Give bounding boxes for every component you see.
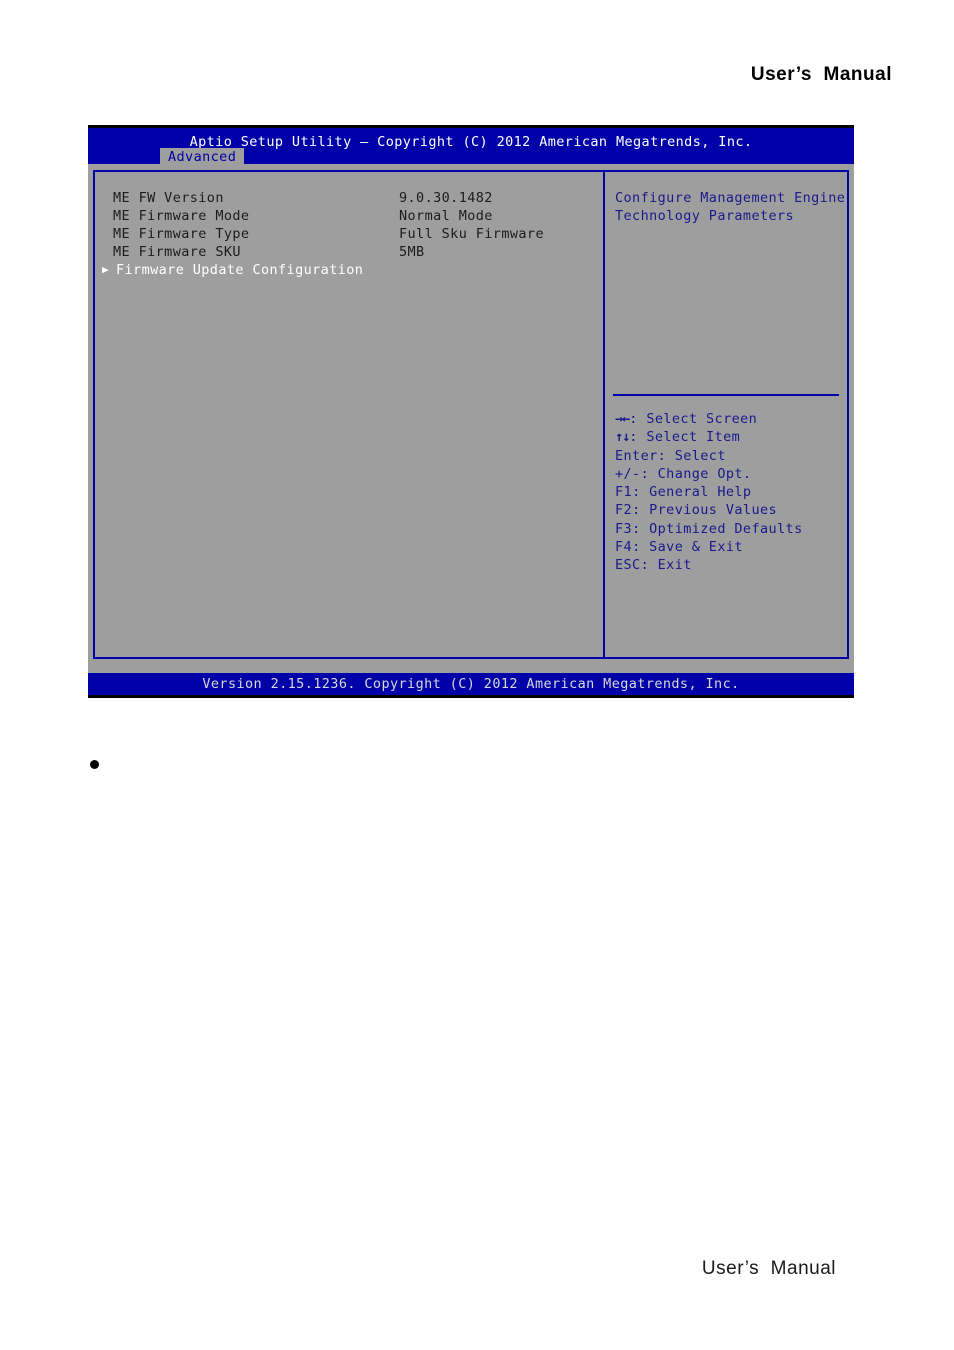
submenu-triangle-icon: ▶ xyxy=(102,263,110,276)
setting-value: Normal Mode xyxy=(399,208,493,224)
arrow-left-right-icon: →← xyxy=(615,411,630,427)
legend-enter-select: Enter: Select xyxy=(615,447,843,465)
bios-window-inner: Aptio Setup Utility – Copyright (C) 2012… xyxy=(88,128,854,695)
legend-save-exit: F4: Save & Exit xyxy=(615,538,843,556)
bullet-dot-icon xyxy=(90,760,99,769)
legend-key: +/- xyxy=(615,465,641,482)
setting-row-me-firmware-sku: ME Firmware SKU 5MB xyxy=(113,243,603,261)
setting-row-me-fw-version: ME FW Version 9.0.30.1482 xyxy=(113,189,603,207)
setting-label: ME Firmware Type xyxy=(113,226,250,242)
setting-value: Full Sku Firmware xyxy=(399,226,544,242)
legend-label: : Select xyxy=(657,447,726,464)
setting-label: ME FW Version xyxy=(113,190,224,206)
legend-previous-values: F2: Previous Values xyxy=(615,501,843,519)
legend-key: F3 xyxy=(615,520,633,537)
menu-item-label: Firmware Update Configuration xyxy=(116,262,364,278)
menu-item-firmware-update-configuration[interactable]: ▶ Firmware Update Configuration xyxy=(102,261,603,279)
legend-optimized-defaults: F3: Optimized Defaults xyxy=(615,520,843,538)
legend-select-item: ↑↓: Select Item xyxy=(615,428,843,446)
legend-label: : Previous Values xyxy=(632,502,778,519)
bios-setup-window: Aptio Setup Utility – Copyright (C) 2012… xyxy=(88,125,854,698)
legend-label: : Save & Exit xyxy=(632,539,743,556)
bullet-list-item xyxy=(90,760,109,769)
legend-select-screen: →←: Select Screen xyxy=(615,410,843,428)
legend-exit: ESC: Exit xyxy=(615,556,843,574)
help-divider xyxy=(613,394,839,396)
legend-key: Enter xyxy=(615,447,658,464)
bios-status-bar: Version 2.15.1236. Copyright (C) 2012 Am… xyxy=(88,673,854,695)
key-legend: →←: Select Screen ↑↓: Select Item Enter:… xyxy=(615,410,843,575)
legend-label: : Optimized Defaults xyxy=(632,520,803,537)
setting-label: ME Firmware Mode xyxy=(113,208,250,224)
bios-title-bar: Aptio Setup Utility – Copyright (C) 2012… xyxy=(88,128,854,167)
setting-value: 9.0.30.1482 xyxy=(399,190,493,206)
setting-row-me-firmware-type: ME Firmware Type Full Sku Firmware xyxy=(113,225,603,243)
legend-general-help: F1: General Help xyxy=(615,483,843,501)
legend-label: : Change Opt. xyxy=(640,465,752,482)
bios-version-text: Version 2.15.1236. Copyright (C) 2012 Am… xyxy=(202,676,740,692)
bios-panel-frame: ME FW Version 9.0.30.1482 ME Firmware Mo… xyxy=(93,170,849,659)
help-panel: Configure Management Engine Technology P… xyxy=(605,172,847,657)
setting-row-me-firmware-mode: ME Firmware Mode Normal Mode xyxy=(113,207,603,225)
arrow-up-down-icon: ↑↓ xyxy=(615,429,630,446)
legend-key: F2 xyxy=(615,502,633,519)
bios-body: ME FW Version 9.0.30.1482 ME Firmware Mo… xyxy=(88,164,854,665)
legend-label: : General Help xyxy=(632,484,752,501)
page-header-title: User’s Manual xyxy=(750,64,892,85)
settings-panel: ME FW Version 9.0.30.1482 ME Firmware Mo… xyxy=(95,172,603,657)
help-text-line-2: Technology Parameters xyxy=(615,208,795,224)
legend-key: ESC xyxy=(615,557,641,574)
help-text-line-1: Configure Management Engine xyxy=(615,190,846,206)
legend-key: F4 xyxy=(615,539,633,556)
setting-value: 5MB xyxy=(399,244,425,260)
page-footer-title: User’s Manual xyxy=(701,1258,836,1279)
setting-label: ME Firmware SKU xyxy=(113,244,241,260)
legend-change-opt: +/-: Change Opt. xyxy=(615,465,843,483)
legend-label: : Select Screen xyxy=(629,411,758,427)
legend-label: : Select Item xyxy=(629,429,741,446)
legend-label: : Exit xyxy=(640,557,692,574)
legend-key: F1 xyxy=(615,484,633,501)
